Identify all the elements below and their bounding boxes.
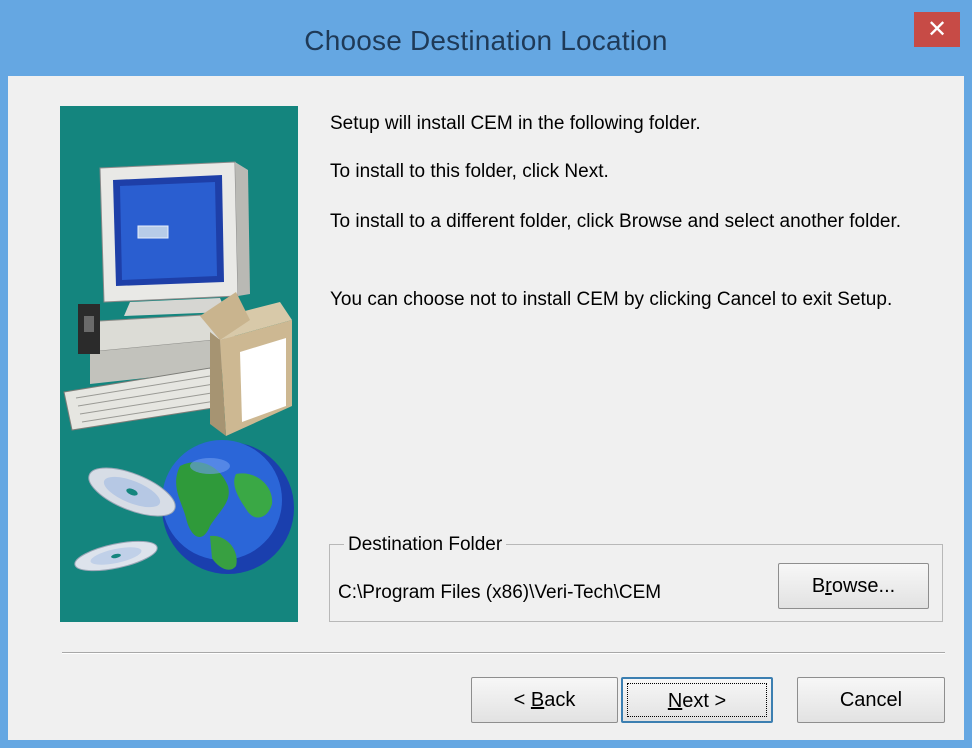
next-button[interactable]: Next > (621, 677, 773, 723)
browse-label-pre: B (811, 575, 826, 597)
setup-dialog-window: Choose Destination Location ✕ Setup will… (0, 0, 972, 748)
back-label-accel: B (530, 689, 545, 711)
back-button[interactable]: < Back (471, 677, 618, 723)
destination-folder-label: Destination Folder (344, 534, 507, 556)
back-label-pre: < (513, 689, 531, 711)
setup-illustration (60, 106, 298, 622)
instruction-line-4: You can choose not to install CEM by cli… (330, 289, 893, 310)
dialog-body: Setup will install CEM in the following … (8, 76, 964, 740)
button-separator (62, 652, 945, 654)
instruction-line-3: To install to a different folder, click … (330, 211, 902, 232)
browse-label-post: owse... (831, 575, 896, 597)
next-label-post: ext > (682, 690, 727, 712)
computer-globe-illustration (63, 161, 294, 574)
next-label-accel: N (667, 690, 683, 712)
close-icon: ✕ (926, 16, 948, 43)
instruction-line-2: To install to this folder, click Next. (330, 161, 609, 182)
title-bar[interactable]: Choose Destination Location ✕ (0, 0, 972, 76)
close-button[interactable]: ✕ (914, 12, 960, 47)
window-title: Choose Destination Location (304, 25, 668, 56)
cancel-button[interactable]: Cancel (797, 677, 945, 723)
browse-button[interactable]: Browse... (778, 563, 929, 609)
instruction-line-1: Setup will install CEM in the following … (330, 113, 701, 134)
destination-path: C:\Program Files (x86)\Veri-Tech\CEM (338, 582, 662, 603)
browse-label-accel: r (825, 575, 832, 597)
back-label-post: ack (544, 689, 576, 711)
